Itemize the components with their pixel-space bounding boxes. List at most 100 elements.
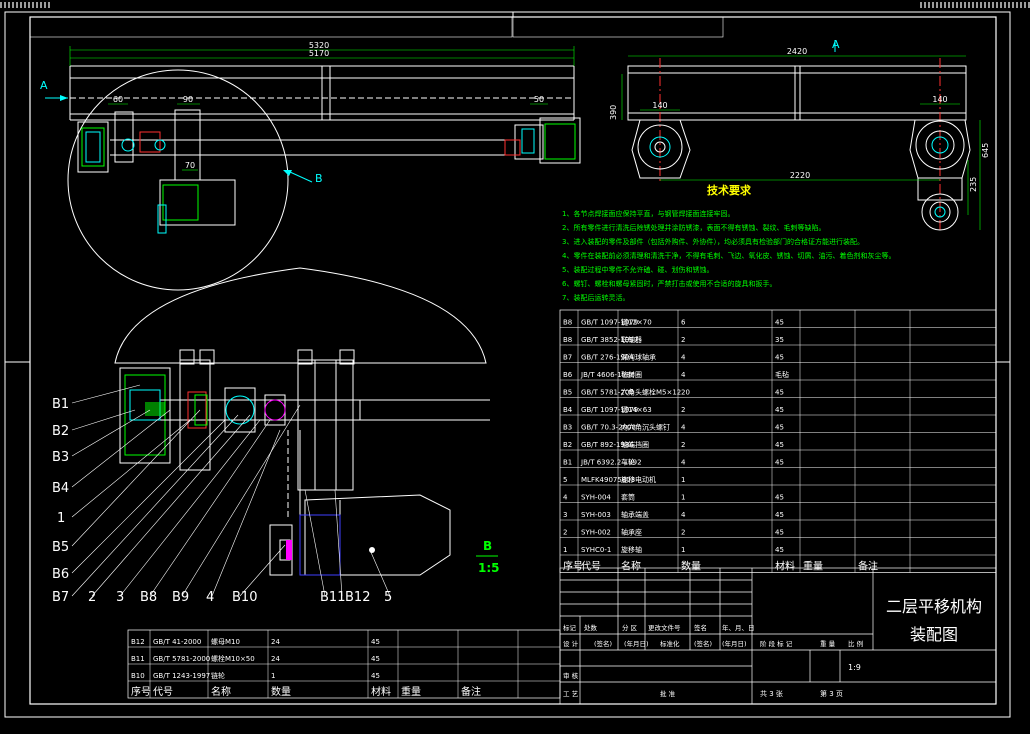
dim-5170: 5170: [309, 49, 329, 58]
tech-items: 1、各节点焊接面应保持平直，与钢管焊接面连接牢固。 2、所有零件进行清洗后除锈处…: [562, 209, 895, 302]
view-b-scale: 1:5: [478, 561, 500, 575]
tech-item: 7、装配后运转灵活。: [562, 293, 629, 302]
bom-header-cell: 代号: [153, 686, 173, 698]
detail-view-b-colour: [129, 389, 375, 576]
bom-cell: 45: [775, 424, 784, 432]
callout-labels-left: B1 B2 B3 B4 1 B5 B6 B7: [52, 397, 69, 605]
tb-cell: 审 核: [563, 671, 579, 680]
tech-item: 3、进入装配的零件及部件（包括外购件、外协件），均必须具有检验部门的合格证方能进…: [562, 237, 864, 246]
bom-cell: 毛毡: [775, 370, 789, 379]
tb-cell: 分 区: [622, 623, 638, 632]
bom-cell: 4: [681, 511, 686, 519]
bom-cell: 链轮: [211, 671, 225, 680]
bom-cell: 4: [681, 371, 686, 379]
callout-label: B10: [232, 590, 257, 605]
bom-cell: 轴承端盖: [621, 510, 649, 519]
bom-cell: 2: [681, 441, 685, 449]
bom-cell: 套筒: [621, 493, 635, 502]
bom-header-cell: 数量: [271, 685, 291, 698]
bom-cell: 键12×70: [621, 318, 652, 327]
bom-header-cell: 数量: [681, 560, 701, 573]
bom-cell: GB/T 1243-1997: [153, 672, 210, 680]
bom-cell: 45: [775, 319, 784, 327]
tb-cell: 阶 段 标 记: [760, 639, 793, 648]
bom-cell: SYH-002: [581, 529, 611, 537]
bom-cell: 4: [681, 354, 686, 362]
callout-label: B8: [140, 590, 157, 605]
bom-cell: 4: [681, 459, 686, 467]
bom-header-cell: 重量: [803, 560, 823, 573]
bom-table: B8 GB/T 1097-1979键12×70 6 45B8 GB/T 3852-199…: [559, 309, 997, 573]
dim-140a: 140: [652, 101, 667, 110]
bom-cell: B6: [563, 371, 573, 379]
tb-cell: 重 量: [820, 640, 836, 648]
tb-cell: 标记: [563, 623, 577, 632]
callout-label: 5: [384, 590, 392, 605]
bom-cell: B2: [563, 441, 572, 449]
tb-cell: 标准化: [660, 639, 680, 648]
bom-cell: 1: [563, 546, 567, 554]
tb-cell: 批 准: [660, 689, 676, 698]
bom-cell: 45: [371, 655, 380, 663]
side-view: [627, 58, 971, 231]
bom-cell: B8: [563, 319, 572, 327]
bom-cell: 45: [775, 406, 784, 414]
callout-label: B9: [172, 590, 189, 605]
tech-item: 2、所有零件进行清洗后除锈处理并涂防锈漆，表面不得有锈蚀、裂纹、毛刺等缺陷。: [562, 223, 825, 232]
tb-cell: 工 艺: [563, 690, 579, 698]
tb-cell: (签名): [594, 639, 612, 648]
dim-235: 235: [969, 177, 978, 192]
tb-cell: (年月日): [624, 639, 649, 648]
bom-header-cell: 名称: [211, 685, 231, 698]
view-b-label: B: [483, 539, 492, 553]
bom-cell: 45: [775, 529, 784, 537]
callout-label: 4: [206, 590, 214, 605]
bom-header-cell: 备注: [858, 560, 878, 573]
bom-cell: 35: [775, 336, 784, 344]
dim-390: 390: [609, 105, 618, 120]
bom-cell: 6: [681, 319, 686, 327]
bom-cell: 45: [775, 459, 784, 467]
dim-2220: 2220: [790, 171, 810, 180]
tb-cell: (签名): [694, 639, 712, 648]
bom-cell: SYH-004: [581, 494, 611, 502]
bom-cell: 毡封圈: [621, 370, 642, 379]
bom-cell: GB/T 41-2000: [153, 638, 201, 646]
drawing-subtitle: 装配图: [910, 625, 958, 644]
callout-labels-bottom: 2 3 B8 B9 4 B10 B11 B12 5: [88, 590, 392, 605]
bom-header-cell: 材料: [775, 560, 795, 573]
bom-cell: 1: [681, 494, 685, 502]
bom-cell: B1: [563, 459, 572, 467]
bom-cell: 2: [681, 406, 685, 414]
tech-item: 5、装配过程中零件不允许磕、碰、划伤和锈蚀。: [562, 265, 713, 274]
bom-cell: 旋移电动机: [621, 475, 656, 484]
bom-header-cell: 名称: [621, 560, 641, 573]
bom-cell: 键14×63: [621, 405, 652, 414]
callout-label: B11: [320, 590, 345, 605]
bom-cell: SYH-003: [581, 511, 611, 519]
bom-header-cell: 序号: [131, 685, 151, 698]
callout-label: B6: [52, 567, 69, 582]
bom-cell: 螺栓M10×50: [211, 654, 255, 663]
bom-cell: 轴端挡圈: [621, 440, 649, 449]
bom-cell: 45: [371, 672, 380, 680]
bom-cell: 45: [775, 354, 784, 362]
bom-cell: 轴承座: [621, 528, 642, 537]
bom-cell: SYHC0-1: [581, 546, 611, 554]
dim-70: 70: [185, 161, 195, 170]
detail-view-b: [114, 267, 490, 576]
bom-cell: 螺母M10: [211, 637, 240, 646]
bom-cell: 4: [563, 494, 568, 502]
bom-header-cell: 序号: [563, 560, 583, 573]
bom-header-cell: 代号: [581, 561, 601, 573]
callout-label: 1: [57, 511, 65, 526]
tb-cell: 年、月、日: [722, 623, 755, 632]
bom-cell: 24: [271, 655, 280, 663]
section-a2-label: A: [832, 38, 840, 51]
outer-frame: [4, 11, 1011, 718]
bom-cell: 内六角沉头螺钉: [621, 423, 670, 432]
callout-label: B2: [52, 424, 69, 439]
bom-cell: 45: [775, 441, 784, 449]
bom-cell: 3: [563, 511, 567, 519]
section-a-label: A: [40, 79, 48, 92]
